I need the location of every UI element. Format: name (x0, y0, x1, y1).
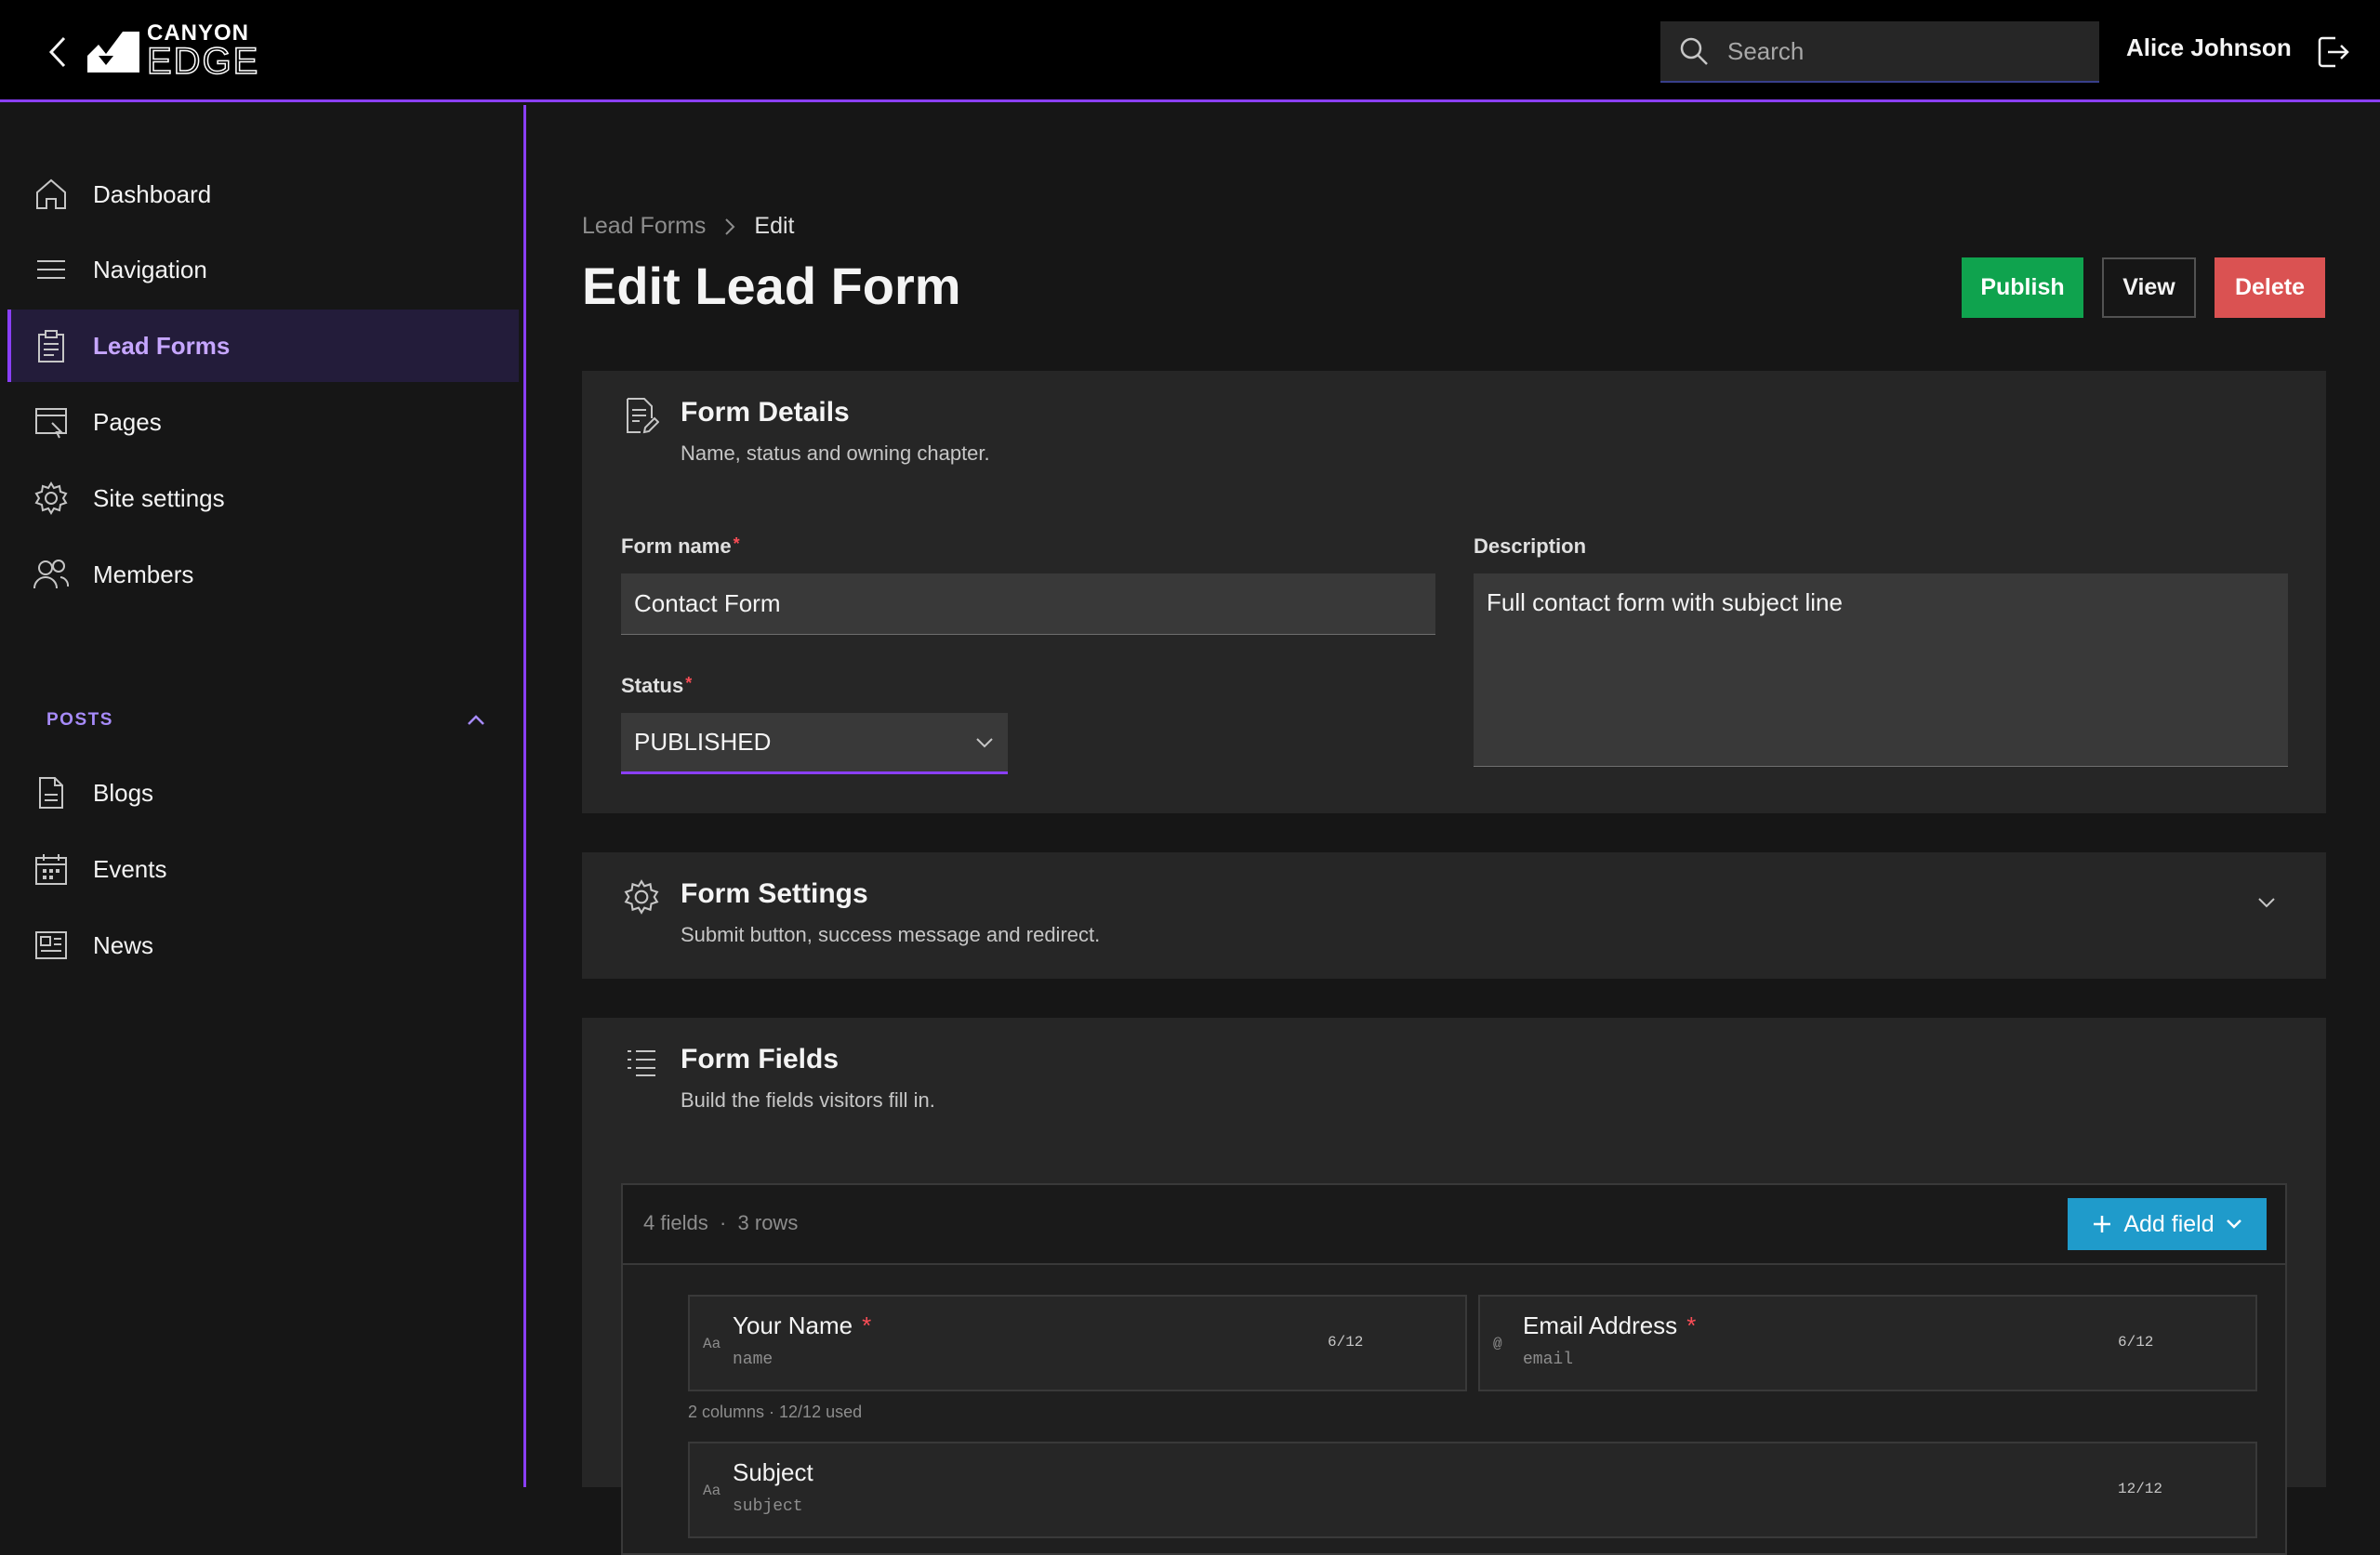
status-value: PUBLISHED (634, 728, 772, 756)
sidebar-item-label: Blogs (93, 778, 154, 807)
gear-icon (32, 479, 71, 518)
view-button[interactable]: View (2102, 257, 2196, 318)
page-title: Edit Lead Form (582, 257, 961, 315)
back-button[interactable] (41, 33, 74, 71)
search-box (1660, 21, 2099, 83)
clipboard-icon (32, 326, 71, 365)
users-icon (32, 555, 71, 594)
browser-icon (32, 402, 71, 441)
description-textarea[interactable]: Full contact form with subject line (1474, 573, 2288, 767)
chevron-down-icon (976, 737, 993, 747)
fields-builder: 4 fields · 3 rows Add field Aa Your Name… (621, 1183, 2287, 1555)
sidebar-item-label: Site settings (93, 483, 225, 512)
menu-icon (32, 250, 71, 289)
sidebar-item-label: Events (93, 854, 167, 883)
logout-button[interactable] (2311, 30, 2356, 74)
document-edit-icon (621, 395, 662, 436)
card-subtitle: Submit button, success message and redir… (681, 923, 1101, 946)
card-title: Form Fields (681, 1044, 840, 1074)
builder-toolbar: 4 fields · 3 rows Add field (623, 1185, 2285, 1265)
form-details-card: Form Details Name, status and owning cha… (582, 371, 2326, 813)
sidebar-item-events[interactable]: Events (7, 833, 519, 905)
card-title: Form Settings (681, 878, 868, 909)
card-subtitle: Build the fields visitors fill in. (681, 1088, 935, 1112)
form-settings-card[interactable]: Form Settings Submit button, success mes… (582, 852, 2326, 979)
search-input[interactable] (1727, 21, 2099, 81)
sidebar-item-label: Pages (93, 407, 162, 436)
document-icon (32, 773, 71, 812)
text-type-icon: Aa (703, 1483, 721, 1499)
sidebar-item-news[interactable]: News (7, 909, 519, 982)
add-field-label: Add field (2123, 1210, 2215, 1237)
field-tile-subject[interactable]: Aa Subject subject 12/12 (688, 1442, 2257, 1538)
plus-icon (2094, 1216, 2111, 1232)
chevron-up-icon[interactable] (459, 704, 493, 737)
form-fields-card: Form Fields Build the fields visitors fi… (582, 1018, 2326, 1555)
user-name[interactable]: Alice Johnson (2126, 33, 2292, 62)
fields-count: 4 fields · 3 rows (643, 1211, 799, 1234)
calendar-icon (32, 850, 71, 889)
list-icon (621, 1042, 662, 1083)
logout-icon (2318, 36, 2349, 68)
sidebar-item-label: Navigation (93, 255, 207, 283)
brand-logo[interactable]: CANYON EDGE (86, 22, 259, 81)
search-icon (1660, 20, 1727, 82)
email-type-icon: @ (1493, 1336, 1502, 1352)
breadcrumb-lead-forms[interactable]: Lead Forms (582, 213, 706, 240)
chevron-right-icon (725, 217, 735, 235)
form-name-input[interactable] (621, 573, 1435, 635)
sidebar: Dashboard Navigation Lead Forms Pages Si… (0, 105, 526, 1487)
field-span: 6/12 (1328, 1334, 1364, 1351)
breadcrumb-current: Edit (754, 213, 795, 239)
field-label: Subject (733, 1458, 813, 1486)
sidebar-item-site-settings[interactable]: Site settings (7, 462, 519, 534)
field-key: subject (733, 1497, 803, 1516)
main-content: Lead Forms Edit Edit Lead Form Publish V… (529, 105, 2380, 1555)
breadcrumb: Lead Forms Edit (582, 213, 794, 240)
sidebar-item-blogs[interactable]: Blogs (7, 757, 519, 829)
field-span: 12/12 (2118, 1481, 2163, 1497)
publish-button[interactable]: Publish (1962, 257, 2083, 318)
row-meta: 2 columns · 12/12 used (688, 1403, 863, 1421)
status-select[interactable]: PUBLISHED (621, 713, 1008, 774)
newspaper-icon (32, 926, 71, 965)
card-subtitle: Name, status and owning chapter. (681, 441, 990, 465)
form-name-label: Form name * (621, 534, 740, 558)
sidebar-item-pages[interactable]: Pages (7, 386, 519, 458)
description-label: Description (1474, 534, 1587, 558)
home-icon (32, 175, 71, 214)
field-label: Email Address * (1523, 1311, 1697, 1339)
sidebar-item-lead-forms[interactable]: Lead Forms (7, 310, 519, 382)
gear-icon (621, 876, 662, 917)
sidebar-item-navigation[interactable]: Navigation (7, 233, 519, 306)
delete-button[interactable]: Delete (2215, 257, 2325, 318)
add-field-button[interactable]: Add field (2068, 1198, 2267, 1250)
sidebar-item-label: Dashboard (93, 179, 212, 208)
sidebar-item-label: News (93, 930, 154, 959)
field-tile-email-address[interactable]: @ Email Address * email 6/12 (1478, 1295, 2257, 1391)
chevron-left-icon (48, 36, 66, 68)
field-key: email (1523, 1351, 1574, 1369)
sidebar-item-dashboard[interactable]: Dashboard (7, 158, 519, 231)
section-label: POSTS (46, 710, 113, 730)
field-span: 6/12 (2118, 1334, 2154, 1351)
logo-text-bottom: EDGE (146, 41, 260, 82)
field-key: name (733, 1351, 774, 1369)
sidebar-item-members[interactable]: Members (7, 538, 519, 611)
sidebar-item-label: Members (93, 560, 194, 588)
card-title: Form Details (681, 397, 850, 428)
sidebar-item-label: Lead Forms (93, 331, 231, 360)
posts-section-header[interactable]: POSTS (46, 702, 493, 739)
status-label: Status * (621, 674, 693, 697)
field-label: Your Name * (733, 1311, 872, 1339)
expand-chevron-down-icon[interactable] (2250, 886, 2283, 919)
chevron-down-icon (2226, 1219, 2241, 1229)
text-type-icon: Aa (703, 1336, 721, 1352)
top-header: CANYON EDGE Alice Johnson (0, 0, 2380, 102)
field-tile-your-name[interactable]: Aa Your Name * name 6/12 (688, 1295, 1467, 1391)
logo-mark-icon (87, 32, 139, 72)
